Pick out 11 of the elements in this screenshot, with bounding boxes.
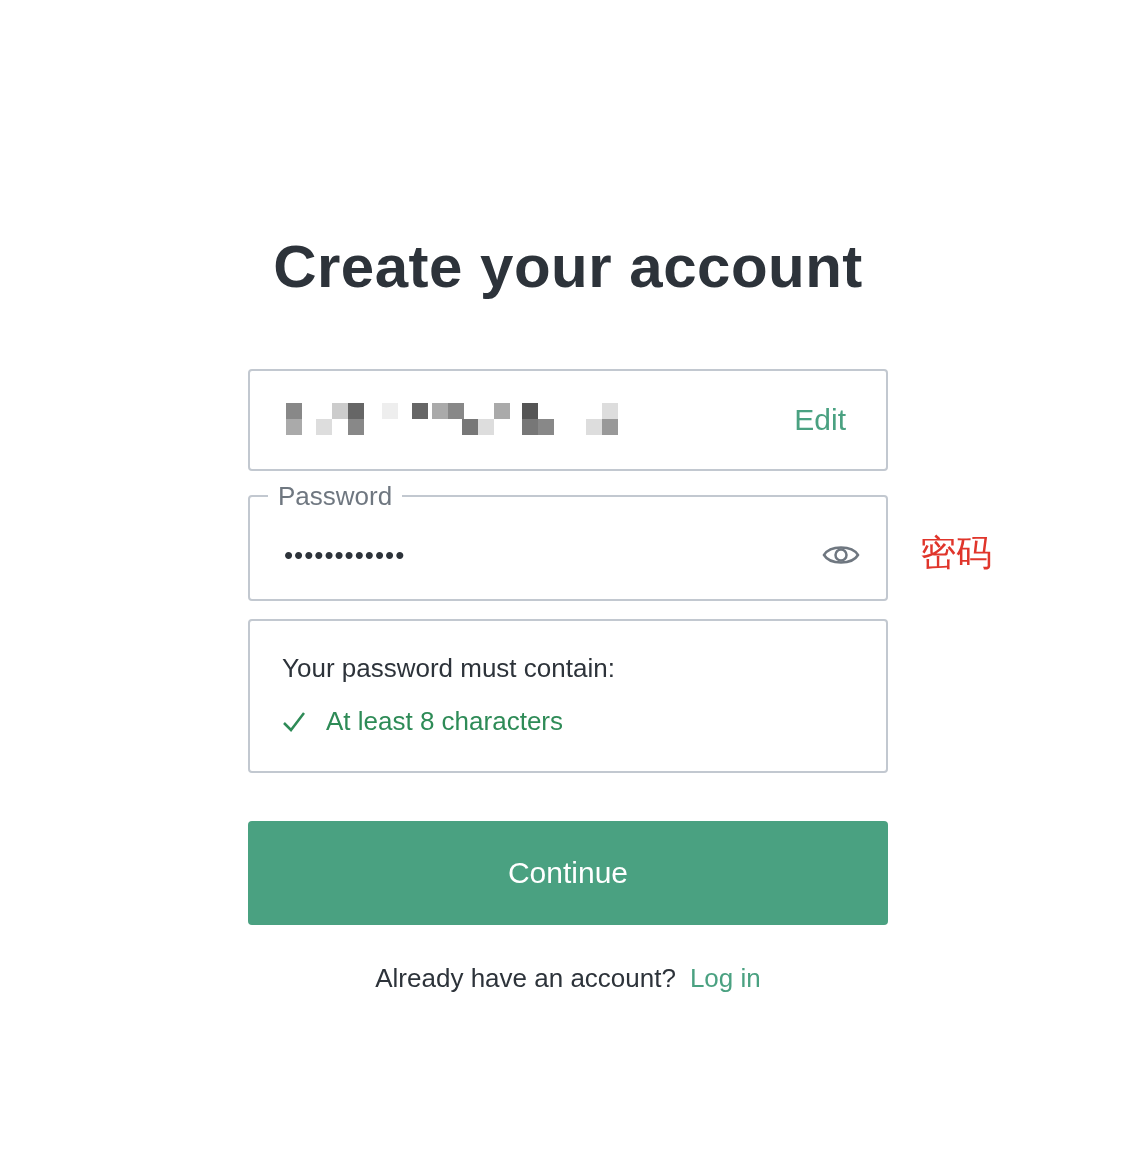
requirement-text: At least 8 characters	[326, 706, 563, 737]
email-field[interactable]: Edit	[248, 369, 888, 471]
requirements-heading: Your password must contain:	[282, 653, 616, 684]
password-value: ••••••••••••	[284, 539, 406, 571]
edit-link[interactable]: Edit	[794, 403, 846, 437]
annotation-text: 密码	[920, 531, 992, 575]
page-title: Create your account	[273, 232, 863, 301]
login-link[interactable]: Log in	[689, 963, 761, 994]
continue-button[interactable]: Continue	[248, 821, 888, 925]
field-label: Password	[277, 481, 394, 511]
login-prompt: Already have an account?	[375, 963, 676, 994]
